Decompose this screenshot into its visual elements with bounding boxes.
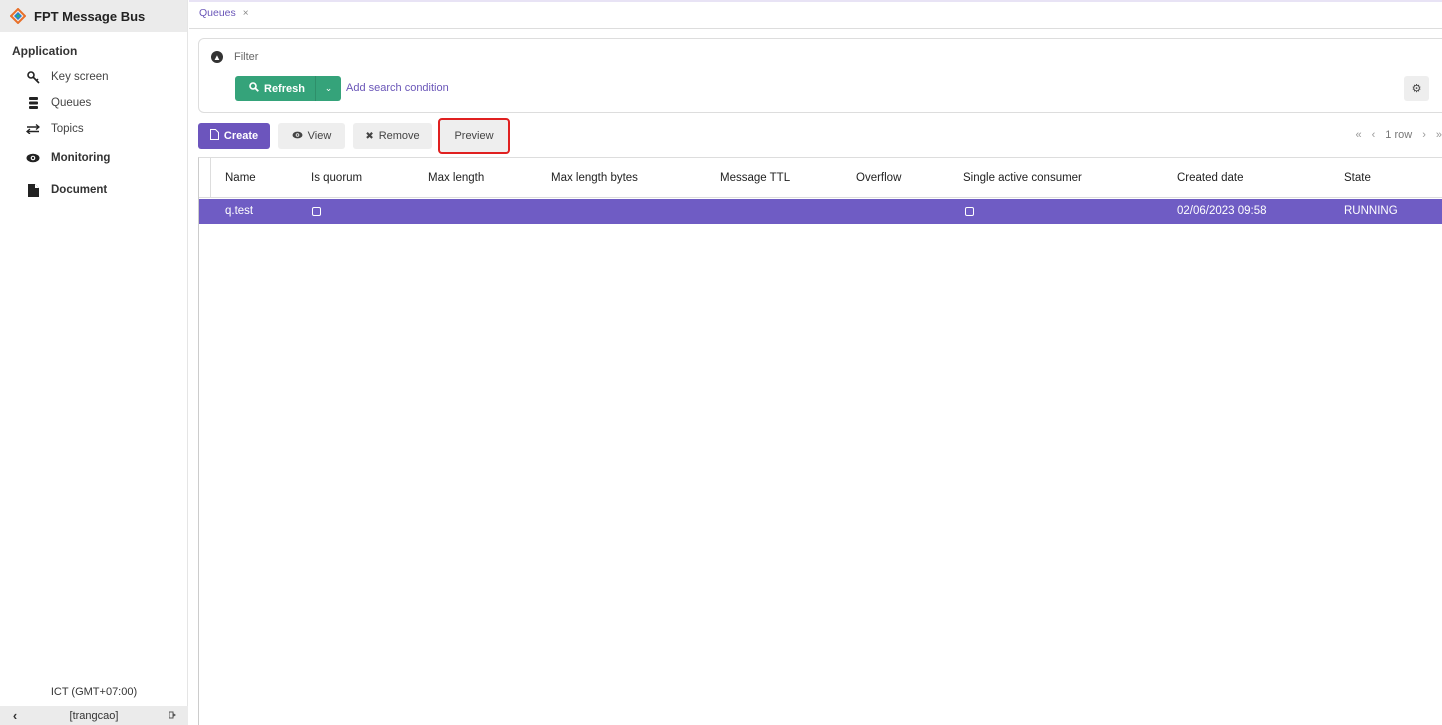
tab-queues[interactable]: Queues ×: [199, 7, 249, 19]
new-file-icon: [209, 129, 219, 143]
sidebar-item-label: Topics: [51, 123, 84, 135]
chevron-down-icon: ⌄: [324, 83, 333, 93]
sidebar-group-label: Monitoring: [51, 152, 111, 164]
preview-label: Preview: [454, 130, 494, 142]
refresh-split-button: Refresh ⌄: [235, 76, 341, 101]
cell-created-date: 02/06/2023 09:58: [1177, 205, 1267, 217]
eye-icon: [26, 151, 40, 165]
column-header-max-length[interactable]: Max length: [428, 172, 484, 184]
sidebar-group-document[interactable]: Document: [0, 174, 187, 206]
column-header-max-length-bytes[interactable]: Max length bytes: [551, 172, 638, 184]
filter-label: Filter: [234, 51, 259, 63]
settings-button[interactable]: ⚙: [1404, 76, 1429, 101]
user-bar: ‹ [trangcao]: [0, 706, 188, 725]
checkbox-single-active-consumer: [965, 207, 974, 216]
header-divider: [210, 158, 211, 198]
cell-state: RUNNING: [1344, 205, 1398, 217]
filter-toggle[interactable]: ▲ Filter: [211, 51, 258, 63]
sidebar-item-key-screen[interactable]: Key screen: [0, 64, 187, 90]
file-icon: [26, 183, 40, 197]
row-count: 1 row: [1385, 129, 1413, 141]
next-page-icon[interactable]: ›: [1422, 129, 1426, 141]
last-page-icon[interactable]: »: [1436, 129, 1442, 141]
app-brand[interactable]: FPT Message Bus: [0, 0, 187, 32]
logo-icon: [10, 8, 26, 24]
close-icon: ✖: [365, 130, 374, 142]
cell-is-quorum[interactable]: [312, 205, 321, 219]
cell-single-active-consumer[interactable]: [965, 205, 974, 219]
tab-bar: Queues ×: [189, 3, 1442, 29]
refresh-button[interactable]: Refresh: [235, 76, 315, 101]
tab-label: Queues: [199, 7, 236, 19]
cell-name: q.test: [225, 205, 254, 217]
table-header: Name Is quorum Max length Max length byt…: [199, 158, 1442, 198]
logout-icon[interactable]: [158, 710, 188, 722]
preview-button[interactable]: Preview: [438, 118, 510, 154]
database-icon: [26, 96, 40, 110]
sidebar-item-topics[interactable]: Topics: [0, 116, 187, 142]
refresh-dropdown-toggle[interactable]: ⌄: [314, 76, 341, 101]
section-application: Application: [12, 44, 78, 58]
sidebar-group-monitoring[interactable]: Monitoring: [0, 142, 187, 174]
column-header-is-quorum[interactable]: Is quorum: [311, 172, 362, 184]
search-icon: [249, 82, 259, 95]
exchange-icon: [26, 122, 40, 136]
filter-panel: ▲ Filter Refresh ⌄ Add search condition …: [198, 38, 1442, 113]
prev-page-icon[interactable]: ‹: [1372, 129, 1376, 141]
column-header-overflow[interactable]: Overflow: [856, 172, 901, 184]
sidebar: FPT Message Bus Application Key screen Q…: [0, 0, 188, 725]
remove-button[interactable]: ✖ Remove: [353, 123, 432, 149]
chevron-up-icon: ▲: [211, 51, 223, 63]
add-search-condition-link[interactable]: Add search condition: [346, 82, 449, 94]
queues-table: Name Is quorum Max length Max length byt…: [198, 157, 1442, 725]
checkbox-is-quorum: [312, 207, 321, 216]
sidebar-item-label: Key screen: [51, 71, 109, 83]
view-label: View: [307, 130, 332, 142]
close-tab-icon[interactable]: ×: [243, 8, 249, 19]
gear-icon: ⚙: [1411, 83, 1422, 95]
sidebar-item-label: Queues: [51, 97, 92, 109]
username: [trangcao]: [69, 709, 119, 722]
column-header-single-active-consumer[interactable]: Single active consumer: [963, 172, 1082, 184]
view-button[interactable]: View: [278, 123, 345, 149]
timezone-label: ICT (GMT+07:00): [50, 686, 138, 698]
main-content: Queues × ▲ Filter Refresh ⌄ Add search c…: [189, 0, 1442, 725]
table-row[interactable]: q.test 02/06/2023 09:58 RUNNING: [199, 199, 1442, 224]
sidebar-item-queues[interactable]: Queues: [0, 90, 187, 116]
collapse-sidebar-icon[interactable]: ‹: [0, 708, 30, 723]
toolbar: Create View ✖ Remove Preview « ‹ 1 row ›…: [198, 118, 1442, 154]
column-header-message-ttl[interactable]: Message TTL: [720, 172, 790, 184]
create-button[interactable]: Create: [198, 123, 270, 149]
app-title: FPT Message Bus: [34, 8, 146, 24]
first-page-icon[interactable]: «: [1356, 129, 1362, 141]
create-label: Create: [223, 130, 259, 142]
remove-label: Remove: [378, 130, 420, 142]
column-header-created-date[interactable]: Created date: [1177, 172, 1244, 184]
refresh-label: Refresh: [264, 82, 305, 95]
eye-icon: [292, 131, 303, 142]
key-icon: [26, 70, 40, 84]
column-header-name[interactable]: Name: [225, 172, 256, 184]
pagination: « ‹ 1 row › »: [1356, 129, 1442, 141]
top-divider: [189, 0, 1442, 2]
column-header-state[interactable]: State: [1344, 172, 1371, 184]
sidebar-group-label: Document: [51, 184, 108, 196]
